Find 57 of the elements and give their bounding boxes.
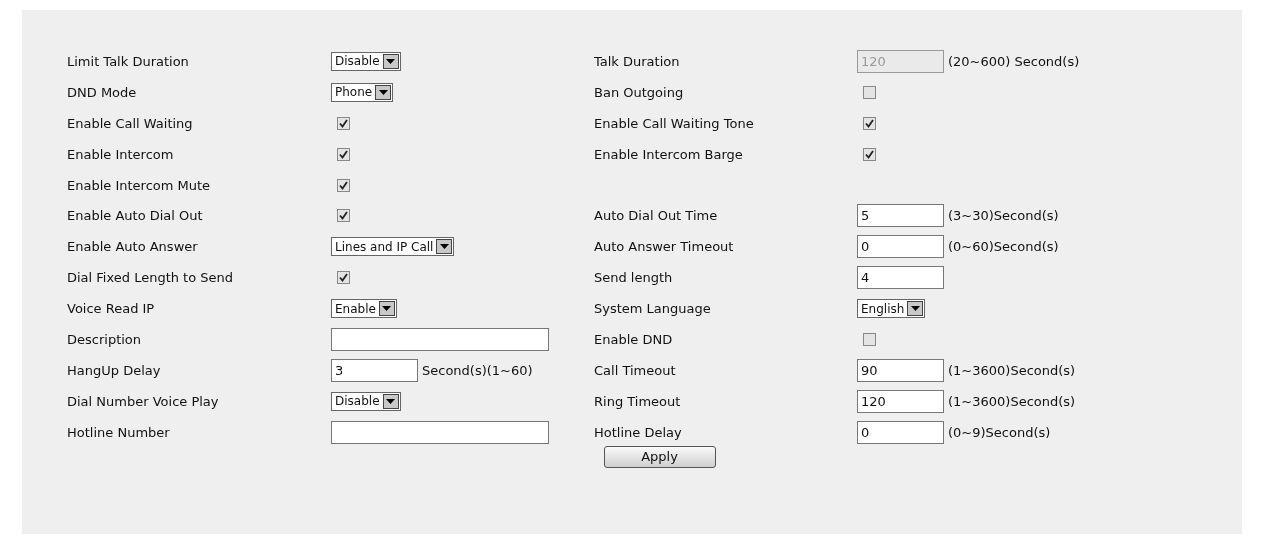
dropdown[interactable]: Disable — [331, 391, 401, 411]
setting-label: Voice Read IP — [67, 301, 155, 317]
setting-label: Ring Timeout — [594, 393, 681, 409]
unit-text: (1~3600)Second(s) — [948, 393, 1076, 409]
unit-text: (0~60)Second(s) — [948, 239, 1059, 255]
setting-label: Hotline Number — [67, 424, 170, 440]
input-field[interactable]: 90 — [857, 358, 944, 382]
setting-label: Send length — [594, 270, 673, 286]
checkbox[interactable] — [337, 116, 350, 130]
dropdown[interactable]: Lines and IP Call — [331, 237, 455, 257]
checkbox[interactable] — [863, 85, 876, 99]
setting-label: Enable Intercom — [67, 146, 174, 162]
setting-label: Enable DND — [594, 331, 673, 347]
setting-label: Enable Call Waiting Tone — [594, 115, 754, 131]
setting-label: Call Timeout — [594, 362, 676, 378]
unit-text: Second(s)(1~60) — [422, 362, 533, 378]
dropdown[interactable]: Phone — [331, 82, 394, 102]
setting-label: DND Mode — [67, 84, 137, 100]
unit-text: (3~30)Second(s) — [948, 208, 1059, 224]
setting-label: Enable Intercom Barge — [594, 146, 743, 162]
setting-label: Limit Talk Duration — [67, 53, 189, 69]
setting-label: Enable Auto Dial Out — [67, 208, 203, 224]
checkbox[interactable] — [337, 178, 350, 192]
checkbox[interactable] — [863, 332, 876, 346]
unit-text: (20~600) Second(s) — [948, 53, 1080, 69]
input-field[interactable]: 4 — [857, 266, 944, 290]
setting-label: Dial Number Voice Play — [67, 393, 219, 409]
setting-label: Description — [67, 331, 142, 347]
setting-label: Hotline Delay — [594, 424, 682, 440]
dropdown[interactable]: English — [857, 299, 926, 319]
input-field[interactable]: 0 — [857, 420, 944, 444]
setting-label: Dial Fixed Length to Send — [67, 270, 234, 286]
input-field[interactable]: 0 — [857, 235, 944, 259]
input-field[interactable]: 5 — [857, 204, 944, 228]
checkbox[interactable] — [863, 147, 876, 161]
setting-label: Talk Duration — [594, 53, 680, 69]
setting-label: Enable Auto Answer — [67, 239, 198, 255]
setting-label: HangUp Delay — [67, 362, 161, 378]
setting-label: Auto Answer Timeout — [594, 239, 734, 255]
apply-button[interactable]: Apply — [603, 445, 716, 468]
input-field[interactable]: 120 — [857, 389, 944, 413]
unit-text: (1~3600)Second(s) — [948, 362, 1076, 378]
checkbox[interactable] — [863, 116, 876, 130]
checkbox[interactable] — [337, 147, 350, 161]
input-field[interactable] — [331, 420, 549, 444]
unit-text: (0~9)Second(s) — [948, 424, 1051, 440]
setting-label: Auto Dial Out Time — [594, 208, 718, 224]
setting-label: System Language — [594, 301, 711, 317]
checkbox[interactable] — [337, 271, 350, 285]
input-field[interactable] — [331, 327, 549, 351]
checkbox[interactable] — [337, 209, 350, 223]
setting-label: Ban Outgoing — [594, 84, 684, 100]
dropdown[interactable]: Enable — [331, 299, 397, 319]
dropdown[interactable]: Disable — [331, 51, 401, 71]
input-field[interactable]: 3 — [331, 358, 418, 382]
setting-label: Enable Intercom Mute — [67, 177, 211, 193]
setting-label: Enable Call Waiting — [67, 115, 193, 131]
